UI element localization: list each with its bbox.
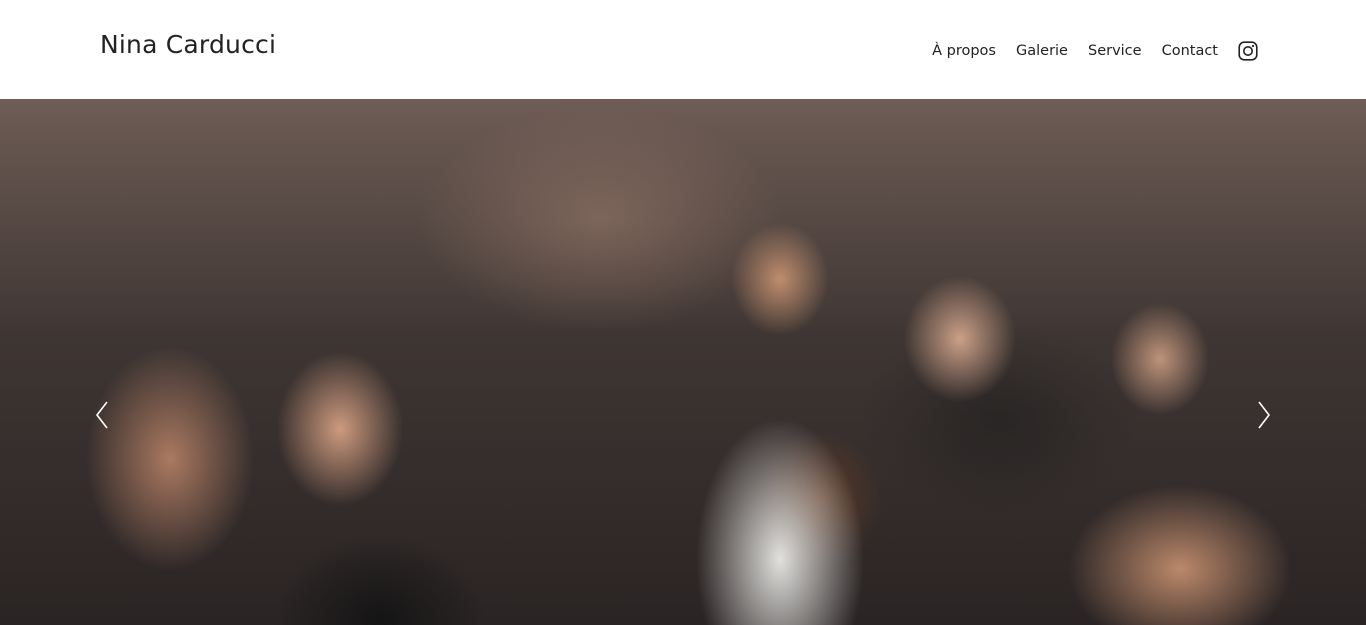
hero-carousel xyxy=(0,99,1366,625)
main-nav: À propos Galerie Service Contact xyxy=(932,38,1258,64)
nav-link-a-propos[interactable]: À propos xyxy=(932,43,996,59)
nav-link-galerie[interactable]: Galerie xyxy=(1016,43,1068,59)
nav-link-service[interactable]: Service xyxy=(1088,43,1142,59)
nav-link-contact[interactable]: Contact xyxy=(1162,43,1218,59)
chevron-left-icon xyxy=(95,401,108,429)
carousel-prev-button[interactable] xyxy=(92,399,112,431)
site-header: Nina Carducci À propos Galerie Service C… xyxy=(0,0,1366,99)
chevron-right-icon xyxy=(1258,401,1271,429)
carousel-next-button[interactable] xyxy=(1254,399,1274,431)
instagram-icon[interactable] xyxy=(1238,41,1258,61)
site-title[interactable]: Nina Carducci xyxy=(100,30,276,59)
